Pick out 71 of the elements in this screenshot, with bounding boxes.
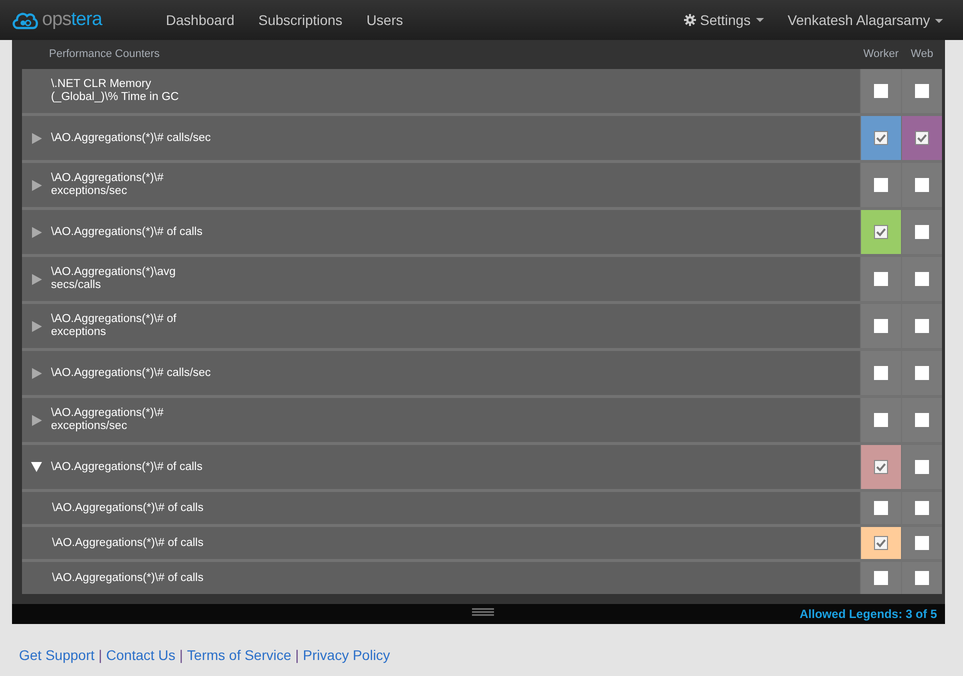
counter-name: \AO.Aggregations(*)\# of calls [51, 226, 204, 238]
checkbox[interactable] [915, 319, 929, 333]
expand-arrow-icon[interactable] [32, 226, 42, 238]
counter-name: \AO.Aggregations(*)\# calls/sec [51, 366, 212, 380]
checkbox[interactable] [915, 501, 929, 515]
settings-menu[interactable]: Settings [684, 10, 764, 30]
checkbox[interactable] [915, 178, 929, 192]
user-menu[interactable]: Venkatesh Alagarsamy [788, 10, 943, 30]
link-separator: | [179, 646, 184, 665]
counter-name: \AO.Aggregations(*)\# calls/sec [51, 132, 212, 144]
checkbox[interactable] [915, 225, 929, 239]
counter-name: \AO.Aggregations(*)\# of exceptions [51, 313, 178, 339]
checkmark-icon [876, 134, 886, 142]
counter-name: \.NET CLR Memory (_Global_)\% Time in GC [51, 78, 180, 104]
checkbox[interactable] [915, 84, 929, 98]
expand-arrow-icon[interactable] [32, 368, 42, 378]
caret-icon [935, 18, 943, 23]
caret-icon [756, 18, 764, 22]
panel-title: Performance Counters [49, 47, 160, 62]
checkbox[interactable] [874, 178, 888, 192]
column-header: Web [910, 47, 934, 62]
counter-name: \AO.Aggregations(*)\avg secs/calls [51, 266, 177, 292]
footer-link[interactable]: Contact Us [106, 645, 176, 666]
checkbox[interactable] [915, 460, 929, 474]
checkbox[interactable] [874, 501, 888, 515]
column-header: Worker [862, 47, 900, 62]
counter-name: \AO.Aggregations(*)\# of calls [51, 460, 204, 474]
counter-name: \AO.Aggregations(*)\# of calls [52, 572, 204, 584]
footer-link[interactable]: Get Support [19, 645, 94, 666]
footer-link[interactable]: Privacy Policy [302, 645, 390, 666]
counter-name: \AO.Aggregations(*)\# of calls [52, 536, 204, 550]
counter-name: \AO.Aggregations(*)\# exceptions/sec [51, 172, 165, 198]
expand-arrow-icon[interactable] [32, 414, 42, 426]
checkbox[interactable] [915, 413, 929, 427]
checkmark-icon [876, 538, 886, 548]
cloud-logo-icon [12, 10, 38, 30]
nav-link[interactable]: Users [366, 10, 403, 30]
nav-link[interactable]: Dashboard [166, 10, 234, 30]
counter-name: \AO.Aggregations(*)\# exceptions/sec [51, 407, 165, 433]
checkbox[interactable] [874, 460, 888, 474]
checkbox[interactable] [915, 571, 929, 585]
resize-handle-icon[interactable] [472, 608, 494, 616]
checkbox[interactable] [915, 536, 929, 550]
expand-arrow-icon[interactable] [32, 132, 42, 144]
expand-arrow-icon[interactable] [32, 274, 42, 284]
checkbox[interactable] [874, 366, 888, 380]
checkbox[interactable] [874, 413, 888, 427]
checkbox[interactable] [915, 272, 929, 286]
expand-arrow-icon[interactable] [32, 320, 42, 332]
checkbox[interactable] [874, 319, 888, 333]
legend-count: Allowed Legends: 3 of 5 [800, 606, 937, 623]
checkbox[interactable] [874, 571, 888, 585]
checkbox[interactable] [874, 272, 888, 286]
checkbox[interactable] [915, 366, 929, 380]
checkbox[interactable] [915, 131, 929, 145]
expand-arrow-icon[interactable] [32, 180, 42, 190]
counter-name: \AO.Aggregations(*)\# of calls [52, 502, 204, 514]
nav-link[interactable]: Subscriptions [258, 10, 342, 30]
settings-icon [684, 14, 696, 26]
checkmark-icon [876, 462, 886, 472]
checkbox[interactable] [874, 225, 888, 239]
checkmark-icon [876, 228, 886, 236]
collapse-arrow-icon[interactable] [31, 462, 42, 472]
checkbox[interactable] [874, 84, 888, 98]
link-separator: | [295, 646, 299, 665]
link-separator: | [98, 646, 102, 665]
checkbox[interactable] [874, 536, 888, 550]
checkbox[interactable] [874, 131, 888, 145]
brand-logo[interactable]: opstera [42, 6, 102, 34]
footer-link[interactable]: Terms of Service [187, 645, 292, 666]
checkmark-icon [917, 134, 927, 142]
